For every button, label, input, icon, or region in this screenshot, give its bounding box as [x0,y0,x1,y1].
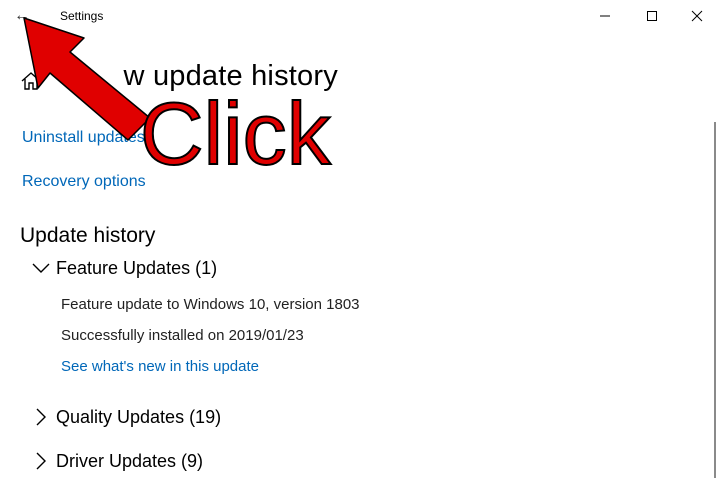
group-label: Feature Updates (1) [56,257,218,278]
maximize-button[interactable] [632,4,672,28]
page-title-visible-start: V [64,60,84,92]
home-button[interactable] [20,70,42,92]
chevron-right-icon [36,408,46,426]
click-annotation-text: Click [139,84,332,183]
minimize-button[interactable] [585,4,625,28]
update-name: Feature update to Windows 10, version 18… [61,296,360,313]
group-label: Driver Updates (9) [56,450,204,471]
maximize-icon [647,11,657,21]
feature-updates-group[interactable]: Feature Updates (1) [30,255,217,281]
quality-updates-group[interactable]: Quality Updates (19) [30,404,221,430]
home-icon [21,72,41,90]
minimize-icon [600,15,610,17]
whats-new-link[interactable]: See what's new in this update [61,358,259,375]
driver-updates-group[interactable]: Driver Updates (9) [30,448,203,474]
recovery-options-link[interactable]: Recovery options [22,173,146,191]
scrollbar[interactable] [714,122,716,478]
chevron-right-icon [36,452,46,470]
app-title: Settings [60,9,104,23]
close-button[interactable] [677,4,717,28]
update-history-heading: Update history [20,224,156,247]
title-bar: ← Settings [0,0,719,34]
back-arrow-icon: ← [14,7,30,24]
close-icon [691,10,703,22]
uninstall-updates-link[interactable]: Uninstall updates [22,129,145,147]
back-button[interactable]: ← [10,5,34,27]
update-status: Successfully installed on 2019/01/23 [61,327,304,344]
chevron-down-icon [32,263,50,273]
group-label: Quality Updates (19) [56,406,222,427]
